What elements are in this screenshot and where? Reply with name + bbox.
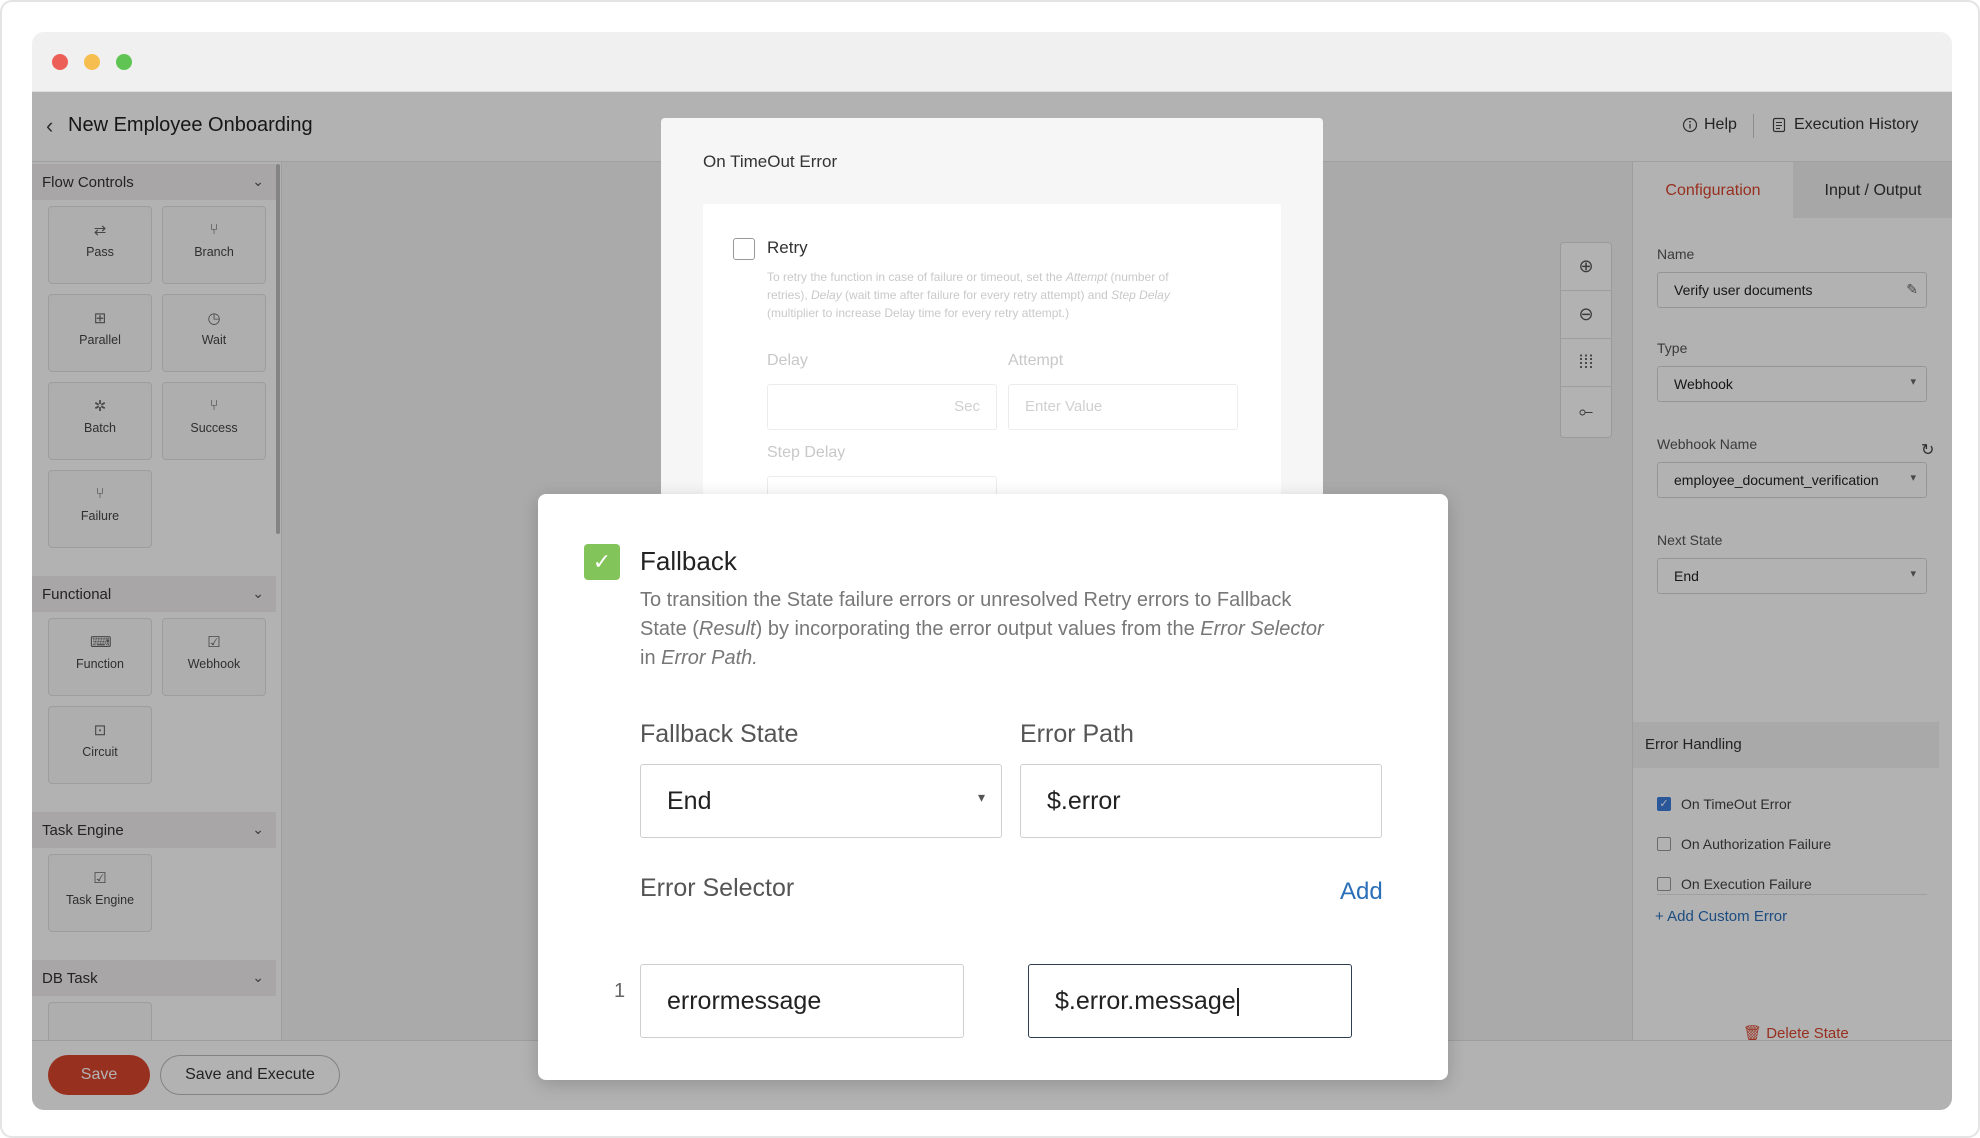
retry-label: Retry [767, 238, 808, 257]
attempt-input[interactable]: Enter Value [1008, 384, 1238, 430]
timeout-error-modal: On TimeOut Error Retry To retry the func… [661, 118, 1323, 498]
delay-input[interactable]: Sec [767, 384, 997, 430]
caret-down-icon: ▾ [977, 789, 985, 805]
selector-value-input[interactable]: $.error.message [1028, 964, 1352, 1038]
timeout-modal-title: On TimeOut Error [703, 152, 838, 171]
retry-checkbox[interactable] [733, 238, 755, 260]
fallback-checkbox[interactable]: ✓ [584, 544, 620, 580]
fallback-title: Fallback [640, 546, 737, 576]
screen-frame: ‹ New Employee Onboarding Help Execution… [0, 0, 1980, 1138]
fallback-state-label: Fallback State [640, 720, 799, 748]
window-titlebar [32, 32, 1952, 92]
error-path-label: Error Path [1020, 720, 1134, 748]
maximize-window-button[interactable] [116, 54, 132, 70]
retry-description: To retry the function in case of failure… [767, 270, 1170, 320]
minimize-window-button[interactable] [84, 54, 100, 70]
attempt-placeholder: Enter Value [1025, 398, 1103, 415]
selector-key-value: errormessage [667, 987, 822, 1015]
delay-unit: Sec [954, 398, 980, 415]
app-window: ‹ New Employee Onboarding Help Execution… [32, 32, 1952, 1110]
selector-key-input[interactable]: errormessage [640, 964, 964, 1038]
delay-label: Delay [767, 352, 808, 369]
fallback-state-select[interactable]: End ▾ [640, 764, 1002, 838]
retry-card: Retry To retry the function in case of f… [703, 204, 1281, 498]
attempt-label: Attempt [1008, 352, 1064, 369]
text-cursor [1236, 988, 1239, 1017]
add-selector-button[interactable]: Add [1340, 878, 1383, 906]
selector-row-index: 1 [614, 980, 626, 1002]
check-icon: ✓ [592, 549, 612, 574]
fallback-description: To transition the State failure errors o… [640, 589, 1324, 669]
error-selector-label: Error Selector [640, 874, 795, 902]
close-window-button[interactable] [52, 54, 68, 70]
fallback-state-value: End [667, 787, 712, 815]
error-path-value: $.error [1047, 787, 1121, 815]
error-path-input[interactable]: $.error [1020, 764, 1382, 838]
fallback-modal: ✓ Fallback To transition the State failu… [538, 494, 1448, 1080]
selector-value-value: $.error.message [1055, 987, 1236, 1015]
step-delay-label: Step Delay [767, 444, 846, 461]
